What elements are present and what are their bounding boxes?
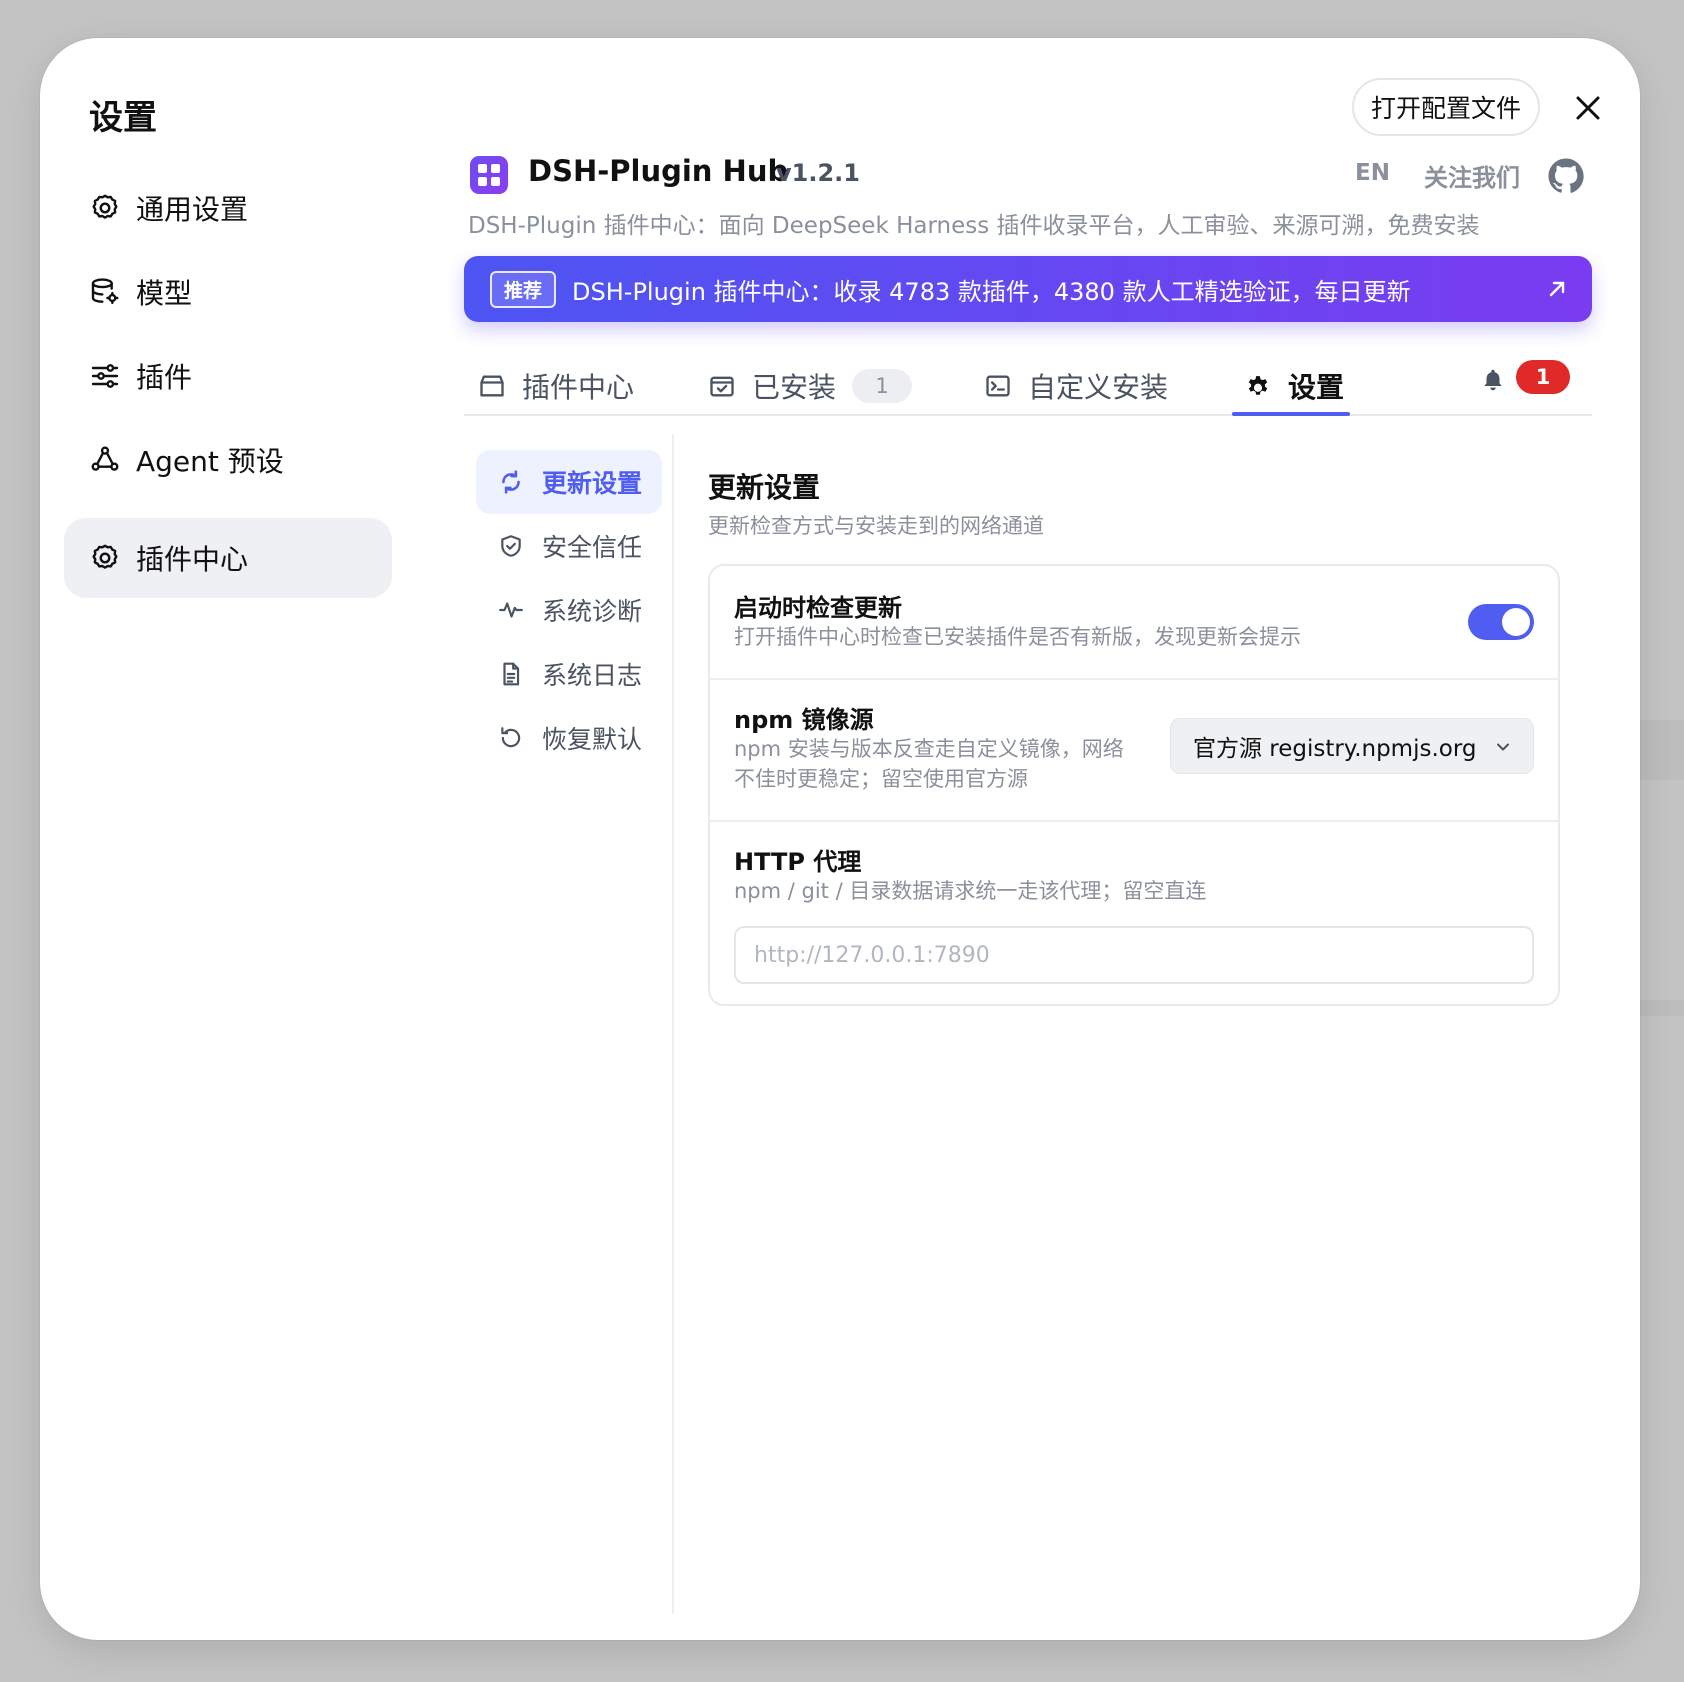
follow-us-link[interactable]: 关注我们	[1424, 158, 1520, 193]
tab-settings[interactable]: 设置	[1244, 358, 1344, 414]
subnav-label: 系统诊断	[542, 597, 643, 626]
gear-icon	[88, 541, 122, 575]
section-title: 更新设置	[708, 471, 821, 504]
subnav-security-trust[interactable]: 安全信任	[476, 514, 662, 578]
sidebar-item-label: 插件	[136, 361, 193, 394]
check-on-start-desc: 打开插件中心时检查已安装插件是否有新版，发现更新会提示	[734, 625, 1301, 649]
sidebar-item-label: 通用设置	[136, 193, 249, 226]
tab-plugin-center[interactable]: 插件中心	[478, 358, 634, 414]
check-on-start-label: 启动时检查更新	[734, 594, 902, 622]
tab-label: 插件中心	[522, 371, 635, 404]
gear-icon	[1248, 376, 1268, 395]
row-divider	[710, 678, 1558, 680]
sidebar-item-label: Agent 预设	[136, 445, 284, 478]
app-version: v1.2.1	[776, 159, 860, 187]
store-icon	[480, 375, 504, 397]
promo-banner[interactable]: 推荐 DSH-Plugin 插件中心：收录 4783 款插件，4380 款人工精…	[464, 256, 1592, 322]
reset-icon	[501, 727, 521, 748]
shield-icon	[501, 535, 521, 557]
gear-icon	[88, 191, 122, 225]
tab-label: 已安装	[752, 371, 837, 404]
http-proxy-input[interactable]	[734, 926, 1534, 984]
app-name: DSH-Plugin Hub	[528, 154, 789, 188]
tabs-bar: 插件中心 已安装 1 自定义安装 设置	[464, 358, 1592, 416]
pulse-icon	[499, 602, 523, 618]
tab-installed[interactable]: 已安装 1	[708, 358, 913, 414]
language-toggle[interactable]: EN	[1355, 160, 1390, 186]
installed-count-badge: 1	[852, 369, 913, 403]
dialog-title: 设置	[89, 98, 157, 138]
subnav-label: 恢复默认	[542, 725, 643, 754]
settings-dialog: 设置 通用设置 模型 插件 Agent 预设 插件中心 打开配置文件 DSH-P…	[40, 38, 1640, 1640]
sidebar-item-plugins[interactable]: 插件	[64, 336, 392, 416]
subnav-label: 系统日志	[542, 661, 643, 690]
toggle-knob	[1502, 608, 1530, 636]
active-tab-indicator	[1232, 412, 1350, 416]
external-arrow-icon	[1549, 281, 1565, 297]
sidebar-item-agent-presets[interactable]: Agent 预设	[64, 420, 392, 500]
sidebar-item-plugin-center[interactable]: 插件中心	[64, 518, 392, 598]
terminal-icon	[986, 375, 1010, 397]
subnav-system-diagnostics[interactable]: 系统诊断	[476, 578, 662, 642]
github-icon[interactable]	[1546, 156, 1586, 196]
tab-label: 自定义安装	[1028, 371, 1169, 404]
npm-mirror-desc-line2: 不佳时更稳定；留空使用官方源	[734, 767, 1028, 791]
app-description: DSH-Plugin 插件中心：面向 DeepSeek Harness 插件收录…	[468, 213, 1480, 239]
check-on-start-toggle[interactable]	[1468, 604, 1534, 640]
close-icon[interactable]	[1568, 88, 1608, 128]
check-box-icon	[710, 376, 734, 397]
file-icon	[503, 662, 520, 686]
npm-mirror-label: npm 镜像源	[734, 706, 874, 734]
row-divider	[710, 820, 1558, 822]
open-config-button[interactable]: 打开配置文件	[1352, 78, 1540, 136]
settings-card: 启动时检查更新 打开插件中心时检查已安装插件是否有新版，发现更新会提示 npm …	[708, 564, 1560, 1006]
subnav-restore-defaults[interactable]: 恢复默认	[476, 706, 662, 770]
database-gear-icon	[88, 275, 122, 309]
tab-custom-install[interactable]: 自定义安装	[984, 358, 1168, 414]
npm-mirror-select[interactable]: 官方源 registry.npmjs.org	[1170, 718, 1534, 774]
npm-mirror-selected-value: 官方源 registry.npmjs.org	[1193, 736, 1477, 762]
subnav-divider	[672, 434, 674, 1614]
sidebar-item-label: 模型	[136, 277, 193, 310]
tab-label: 设置	[1288, 371, 1345, 404]
promo-text: DSH-Plugin 插件中心：收录 4783 款插件，4380 款人工精选验证…	[572, 277, 1411, 306]
refresh-icon	[502, 470, 520, 494]
sidebar-item-general[interactable]: 通用设置	[64, 168, 392, 248]
subnav-system-log[interactable]: 系统日志	[476, 642, 662, 706]
subnav-update-settings[interactable]: 更新设置	[476, 450, 662, 514]
http-proxy-desc: npm / git / 目录数据请求统一走该代理；留空直连	[734, 879, 1207, 903]
npm-mirror-desc-line1: npm 安装与版本反查走自定义镜像，网络	[734, 737, 1124, 761]
subnav-label: 更新设置	[542, 469, 643, 498]
sliders-icon	[88, 359, 122, 393]
section-subtitle: 更新检查方式与安装走到的网络通道	[708, 514, 1044, 538]
sidebar-item-model[interactable]: 模型	[64, 252, 392, 332]
agent-icon	[88, 443, 122, 477]
sidebar-item-label: 插件中心	[136, 543, 249, 576]
app-logo	[470, 156, 508, 194]
subnav-label: 安全信任	[542, 533, 643, 562]
chevron-down-icon	[1497, 743, 1509, 751]
http-proxy-label: HTTP 代理	[734, 848, 862, 876]
notification-count-badge: 1	[1516, 360, 1570, 394]
promo-tag: 推荐	[490, 270, 557, 308]
bell-icon[interactable]	[1480, 366, 1506, 394]
